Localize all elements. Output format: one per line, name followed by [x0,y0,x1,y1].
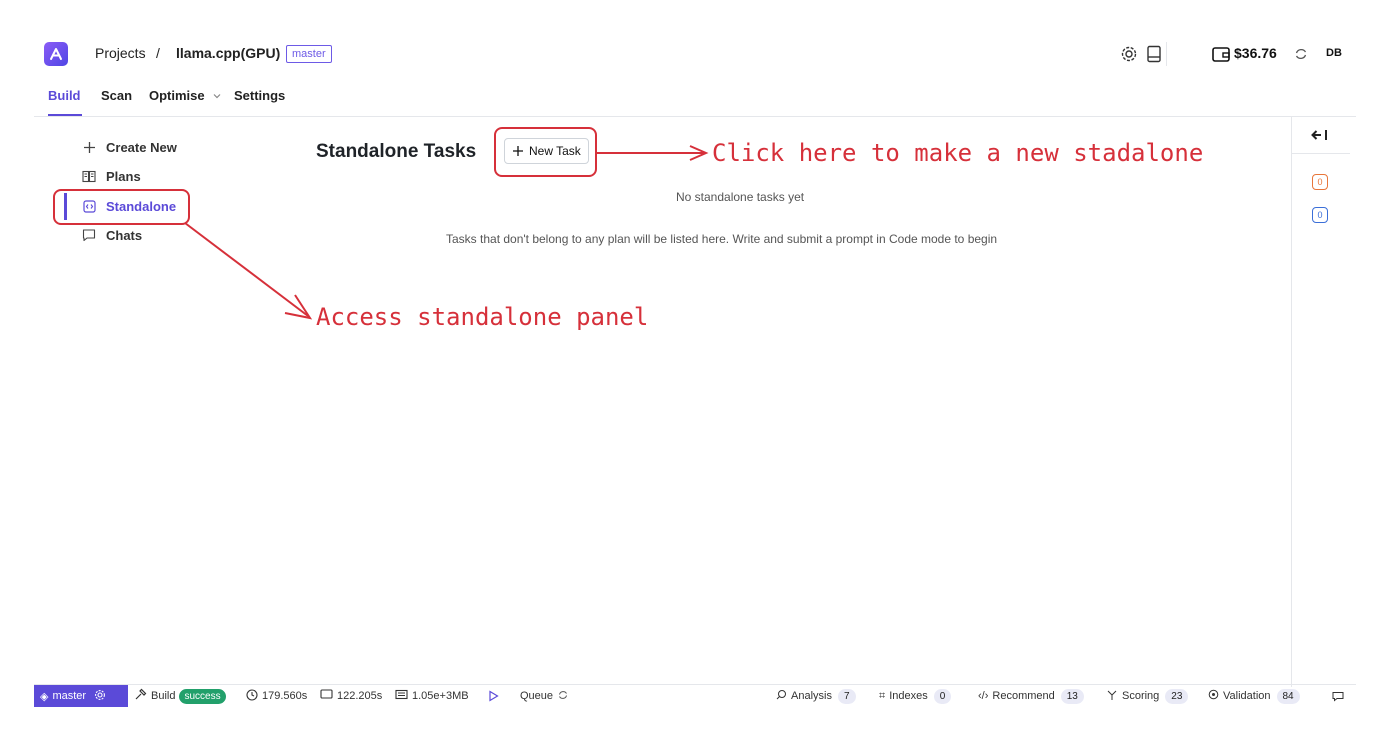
toolbar-divider [1166,42,1167,66]
hash-icon: ⌗ [879,689,886,702]
chat-icon [82,228,96,242]
status-validation[interactable]: Validation 84 [1208,685,1300,707]
empty-state-title: No standalone tasks yet [676,190,805,204]
clock-icon [246,688,258,704]
tab-scan[interactable]: Scan [101,88,132,103]
book-icon [82,169,96,183]
analysis-count: 7 [837,688,856,704]
hammer-icon [134,688,147,704]
tab-build[interactable]: Build [48,88,81,103]
breadcrumb-separator: / [156,45,160,61]
active-sidebar-indicator [64,193,67,220]
plus-icon [82,140,96,154]
orange-count-badge[interactable]: 0 [1312,174,1328,190]
page-title: Standalone Tasks [316,141,477,162]
scoring-count: 23 [1165,688,1189,704]
chevron-down-icon[interactable] [212,89,222,104]
sidebar-item-label: Create New [106,139,177,155]
status-time2: 122.205s [320,685,382,707]
analysis-label: Analysis [791,690,832,702]
plus-icon [512,145,524,157]
status-branch-label: master [52,690,87,702]
app-window: Projects / llama.cpp(GPU) master $36.76 … [34,30,1356,710]
new-task-button[interactable]: New Task [504,138,589,164]
scoring-label: Scoring [1122,690,1160,702]
validation-count: 84 [1276,688,1300,704]
tab-settings[interactable]: Settings [234,88,285,103]
new-task-label: New Task [529,144,581,158]
recommend-label: Recommend [992,690,1055,702]
indexes-label: Indexes [889,690,928,702]
top-bar: Projects / llama.cpp(GPU) master $36.76 … [34,30,1356,80]
status-analysis[interactable]: Analysis 7 [776,685,856,707]
build-status-badge: success [179,688,226,704]
sidebar-item-label: Chats [106,227,143,243]
sidebar-item-standalone[interactable]: Standalone [82,195,176,217]
breadcrumb-project[interactable]: llama.cpp(GPU) [176,45,280,61]
status-time1: 179.560s [246,685,307,707]
blue-count-badge[interactable]: 0 [1312,207,1328,223]
refresh-icon[interactable] [1290,43,1312,65]
sidebar-item-create-new[interactable]: Create New [82,136,177,158]
settings-gear-icon[interactable] [1118,43,1140,65]
refresh-icon [558,690,568,703]
queue-label: Queue [520,690,554,702]
sidebar-item-label: Plans [106,168,141,184]
panel-divider [1292,153,1350,154]
gear-icon[interactable] [94,689,106,704]
balance-amount: $36.76 [1234,45,1277,61]
build-label: Build [151,690,176,702]
status-recommend[interactable]: ‹/› Recommend 13 [978,685,1084,707]
status-memory: 1.05e+3MB [395,685,469,707]
target-icon [1208,689,1219,703]
right-panel: 0 0 [1291,117,1357,687]
memory-value: 1.05e+3MB [412,690,469,702]
wallet-icon[interactable] [1210,43,1232,65]
code-square-icon [82,199,96,213]
validation-label: Validation [1223,690,1271,702]
time1-value: 179.560s [262,690,308,702]
collapse-panel-icon[interactable] [1311,128,1329,147]
tab-optimise[interactable]: Optimise [149,88,205,103]
sidebar-item-chats[interactable]: Chats [82,224,142,246]
branch-icon: ◈ [40,690,49,703]
status-queue[interactable]: Queue [520,685,568,707]
avatar[interactable]: DB [1326,47,1342,59]
comment-icon[interactable] [1332,685,1344,707]
status-bar: ◈ master Build success 179.560s 122.205s [34,684,1356,707]
empty-state-hint: Tasks that don't belong to any plan will… [446,232,998,246]
main-area: Create New Plans Standalone Chats Standa… [34,116,1356,687]
scoring-icon [1106,689,1118,704]
time2-value: 122.205s [337,690,383,702]
status-indexes[interactable]: ⌗ Indexes 0 [879,685,952,707]
code-icon: ‹/› [978,690,989,702]
status-build[interactable]: Build success [134,685,226,707]
sidebar-item-plans[interactable]: Plans [82,165,141,187]
run-icon[interactable] [488,685,499,707]
breadcrumb-projects[interactable]: Projects [95,45,146,61]
status-branch[interactable]: ◈ master [34,685,128,707]
branch-tag[interactable]: master [286,45,332,63]
document-icon[interactable] [1143,43,1165,65]
memory-icon [395,689,408,703]
indexes-count: 0 [933,688,952,704]
cpu-icon [320,689,333,703]
recommend-count: 13 [1060,688,1084,704]
status-scoring[interactable]: Scoring 23 [1106,685,1189,707]
sidebar-item-label: Standalone [106,198,177,214]
app-logo[interactable] [44,42,68,66]
search-icon [776,689,787,703]
